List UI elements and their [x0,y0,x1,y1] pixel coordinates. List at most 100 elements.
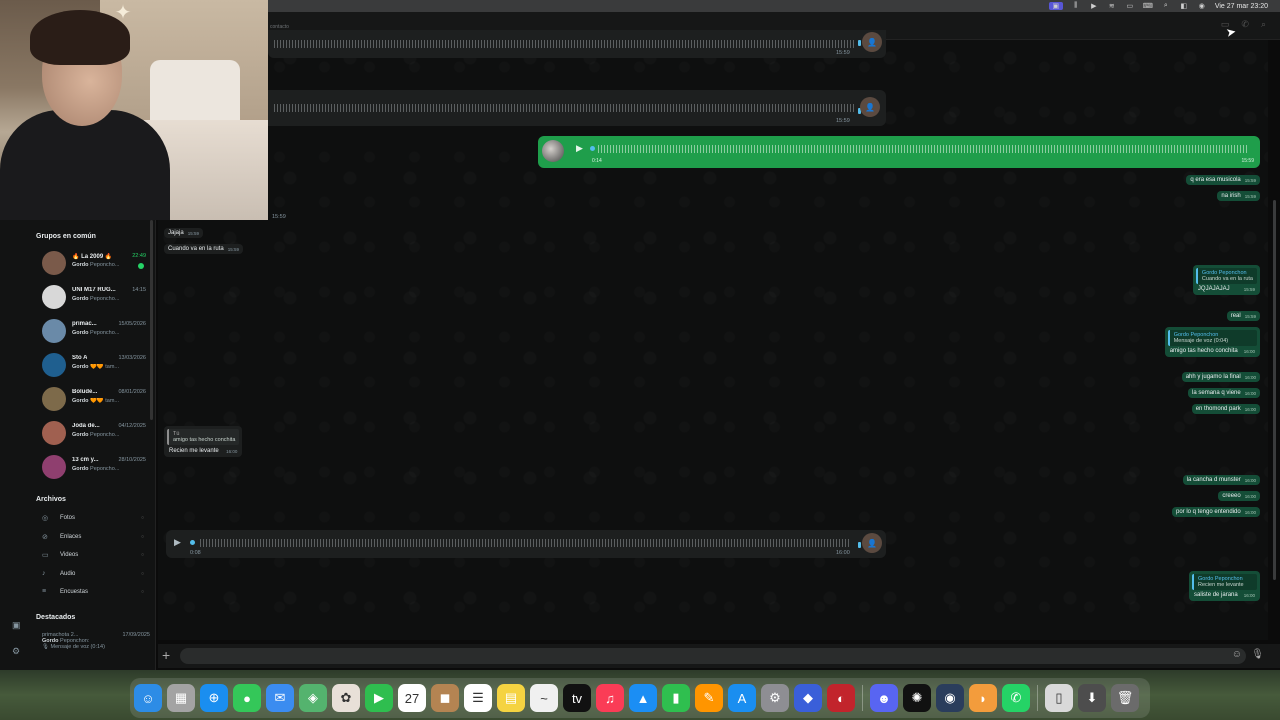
group-item[interactable]: primac... 15/05/2026 Gordo Peponcho... [42,317,146,345]
files-item-audio[interactable]: ♪ Audio ○ [42,570,146,584]
outgoing-message[interactable]: en thomond park 16:00 [1191,404,1260,414]
freeform-icon[interactable]: ~ [530,684,558,712]
whatsapp-icon[interactable]: ✆ [1002,684,1030,712]
settings-icon[interactable]: ⚙ [12,646,20,657]
siri-icon[interactable]: ◉ [1197,2,1207,10]
photos-icon[interactable]: ✿ [332,684,360,712]
battery-icon[interactable]: ▭ [1125,2,1135,10]
group-date: 08/01/2026 [118,389,146,395]
outgoing-reply-message[interactable]: Gordo Peponchon Recien me levante salist… [1189,571,1260,601]
incoming-message[interactable]: Jajaja 15:59 [164,228,203,238]
voice-waveform[interactable] [598,145,1248,153]
record-mic-icon[interactable]: 🎙 [1251,649,1264,660]
play-icon[interactable]: ▶ [1089,2,1099,10]
group-item[interactable]: Joda de... 04/12/2025 Gordo Peponcho... [42,419,146,447]
incoming-voice-message[interactable]: 👤 15:59 [268,30,886,58]
wifi-icon[interactable]: ≋ [1107,2,1117,10]
outgoing-reply-message[interactable]: Gordo Peponchon Mensaje de voz (0:04) am… [1164,327,1260,357]
voice-waveform [274,40,854,48]
voice-waveform[interactable] [200,539,850,547]
phone-call-icon[interactable]: ✆ [1241,19,1249,30]
files-item-fotos[interactable]: ◎ Fotos ○ [42,514,146,528]
calendar-icon[interactable]: 27 [398,684,426,712]
message-time: 15:59 [836,50,850,56]
appstore-icon[interactable]: A [728,684,756,712]
sidebar-scrollbar[interactable] [150,220,153,420]
outgoing-message[interactable]: na irish 15:59 [1217,191,1260,201]
maps-icon[interactable]: ◈ [299,684,327,712]
red-app-icon[interactable]: ◐ [827,684,855,712]
pages-icon[interactable]: ✎ [695,684,723,712]
voice-duration: 0:14 [592,158,602,164]
chatgpt-icon[interactable]: ✺ [903,684,931,712]
unread-dot [138,263,144,269]
davinci-icon[interactable]: ◉ [936,684,964,712]
emoji-icon[interactable]: ☺ [1232,649,1242,660]
files-item-videos[interactable]: ▭ Videos ○ [42,551,146,565]
notes-icon[interactable]: ▤ [497,684,525,712]
incoming-message[interactable]: Cuando va en la ruta 15:59 [164,244,243,254]
message-input[interactable] [180,648,1246,664]
keynote-icon[interactable]: ▲ [629,684,657,712]
voice-progress-dot[interactable] [190,540,195,545]
files-item-enlaces[interactable]: ⊘ Enlaces ○ [42,533,146,547]
message-text: en thomond park [1195,406,1241,412]
messages-icon[interactable]: ● [233,684,261,712]
stats-icon[interactable]: ⫼ [1071,2,1081,10]
trash-icon[interactable]: 🗑 [1111,684,1139,712]
numbers-icon[interactable]: ▮ [662,684,690,712]
outgoing-message[interactable]: por lo q tengo entendido 16:00 [1172,507,1260,517]
chat-search-icon[interactable]: ⌕ [1261,19,1266,30]
chat-scrollbar[interactable] [1273,200,1276,580]
message-time: 16:00 [1244,391,1256,396]
menu-clock[interactable]: Vie 27 mar 23:20 [1215,3,1268,10]
music-app-icon[interactable]: ♫ [596,684,624,712]
quoted-message[interactable]: Gordo Peponchon Recien me levante [1192,574,1257,590]
keyboard-icon[interactable]: ⌨ [1143,2,1153,10]
quoted-message[interactable]: Tú amigo tas hecho conchita [167,429,240,445]
files-item-encuestas[interactable]: ≡ Encuestas ○ [42,588,146,602]
group-item[interactable]: Bolude... 08/01/2026 Gordo 🧡🧡 tam... [42,385,146,413]
blue-app-icon[interactable]: ◆ [794,684,822,712]
group-item[interactable]: 13 cm y... 28/10/2025 Gordo Peponcho... [42,453,146,481]
discord-icon[interactable]: ☻ [870,684,898,712]
group-date: 04/12/2025 [118,423,146,429]
settings-icon[interactable]: ⚙ [761,684,789,712]
group-item[interactable]: Sto A 13/03/2026 Gordo 🧡🧡 tam... [42,351,146,379]
control-center-icon[interactable]: ◧ [1179,2,1189,10]
quoted-message[interactable]: Gordo Peponchon Cuando va en la ruta [1195,268,1257,284]
mail-icon[interactable]: ✉ [266,684,294,712]
downloads-icon[interactable]: ⬇ [1078,684,1106,712]
incoming-reply-message[interactable]: Tú amigo tas hecho conchita Recien me le… [164,426,243,457]
outgoing-message[interactable]: creeeo 16:00 [1218,491,1260,501]
incoming-voice-message[interactable]: ▶ 👤 0:08 16:00 [166,530,886,558]
starred-message[interactable]: primachota 2... 17/09/2025 Gordo Peponch… [42,632,150,650]
outgoing-message[interactable]: la semana q viene 16:00 [1188,388,1260,398]
outgoing-voice-message[interactable]: ▶ 0:14 15:59 [538,136,1260,168]
reminders-icon[interactable]: ☰ [464,684,492,712]
media-icon[interactable]: ▣ [12,620,21,631]
outgoing-message[interactable]: la cancha d munster 16:00 [1182,475,1260,485]
quoted-message[interactable]: Gordo Peponchon Mensaje de voz (0:04) [1167,330,1257,346]
attach-plus-icon[interactable]: + [162,647,170,663]
screen-record-icon[interactable]: ▣ [1048,2,1063,10]
facetime-icon[interactable]: ▶ [365,684,393,712]
voice-progress-dot[interactable] [590,146,595,151]
outgoing-message[interactable]: real 15:59 [1226,311,1260,321]
brown-app-icon[interactable]: ◼ [431,684,459,712]
outgoing-message[interactable]: q era esa musicola 15:59 [1186,175,1260,185]
outgoing-reply-message[interactable]: Gordo Peponchon Cuando va en la ruta JQJ… [1192,265,1260,295]
group-item[interactable]: 🔥 La 2009 🔥 22:49 Gordo Peponcho... [42,249,146,277]
play-icon[interactable]: ▶ [174,537,181,548]
finder-icon[interactable]: ☺ [134,684,162,712]
fruit-app-icon[interactable]: ◗ [969,684,997,712]
appletv-icon[interactable]: tv [563,684,591,712]
launchpad-icon[interactable]: ▦ [167,684,195,712]
search-icon[interactable]: ⌕ [1161,2,1171,10]
safari-icon[interactable]: ⊕ [200,684,228,712]
preview-icon[interactable]: ▯ [1045,684,1073,712]
play-icon[interactable]: ▶ [576,143,583,154]
group-item[interactable]: UNI M17 RUG... 14:15 Gordo Peponcho... [42,283,146,311]
incoming-voice-message[interactable]: 👤 15:59 [268,90,886,126]
outgoing-message[interactable]: ahh y jugamo la final 16:00 [1181,372,1260,382]
